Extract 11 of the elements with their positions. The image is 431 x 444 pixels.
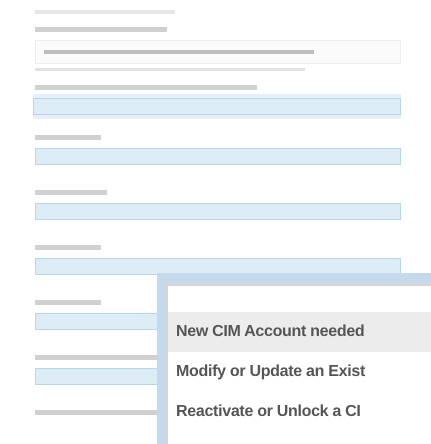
input-field[interactable]	[33, 98, 401, 115]
blurred-label	[35, 190, 107, 195]
input-field[interactable]	[35, 258, 401, 275]
dropdown-option[interactable]: Reactivate or Unlock a CI	[168, 392, 431, 432]
dropdown-option[interactable]: New CIM Account needed	[168, 312, 431, 352]
blurred-label	[35, 300, 101, 305]
dropdown-option[interactable]: Modify or Update an Exist	[168, 352, 431, 392]
blurred-label	[35, 135, 101, 140]
input-field[interactable]	[35, 203, 401, 220]
blurred-label	[35, 245, 101, 250]
input-field[interactable]	[35, 148, 401, 165]
